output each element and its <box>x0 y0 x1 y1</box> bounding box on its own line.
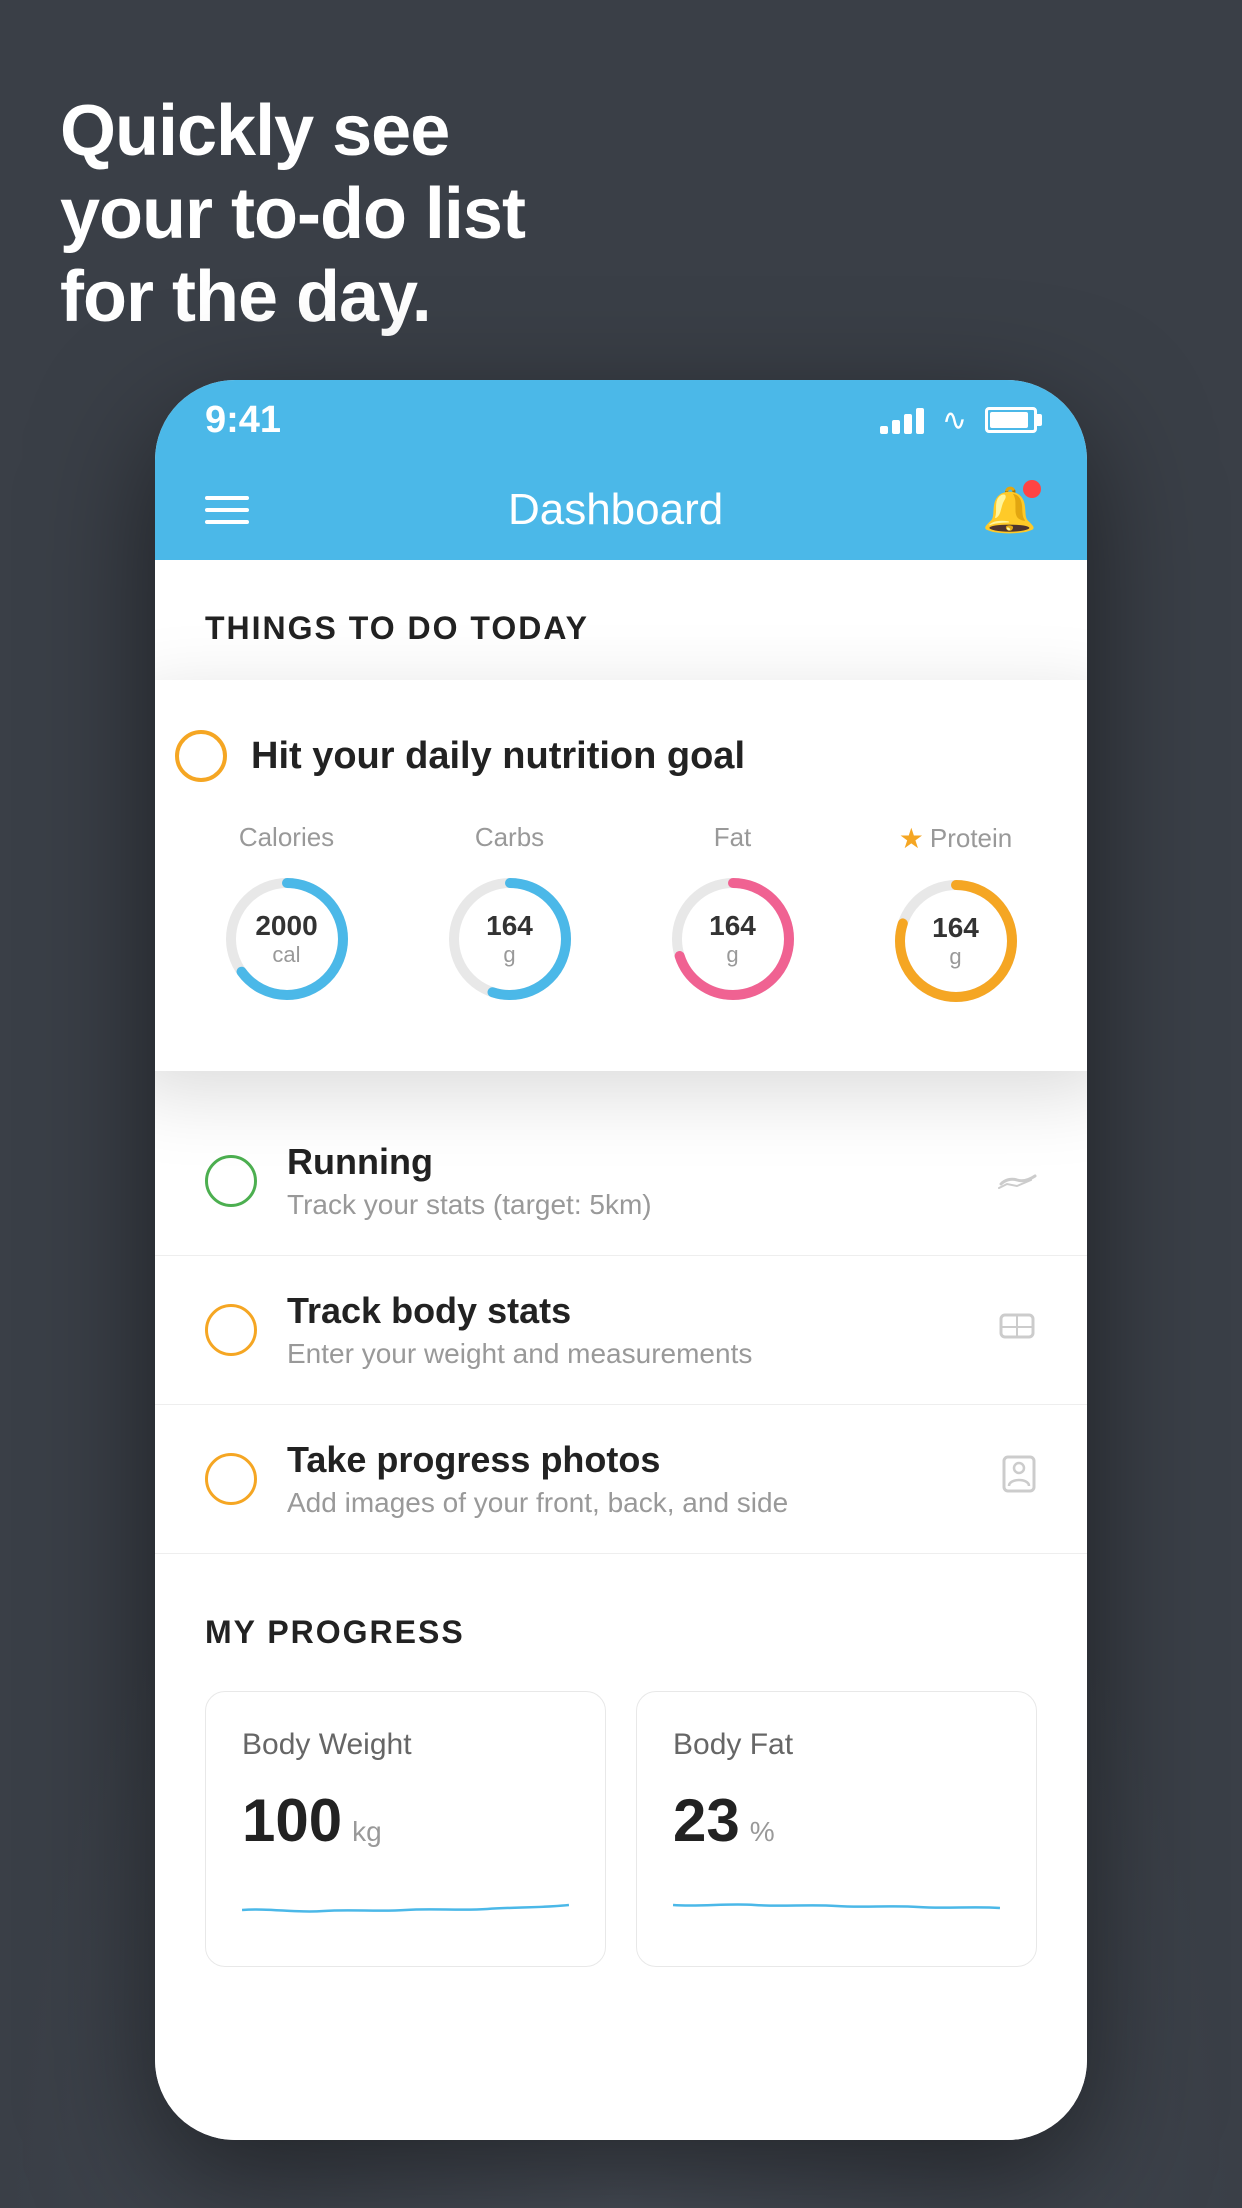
carbs-item: Carbs 164 g <box>440 822 580 1009</box>
star-icon: ★ <box>899 822 924 855</box>
body-fat-card[interactable]: Body Fat 23 % <box>636 1691 1037 1967</box>
fat-item: Fat 164 g <box>663 822 803 1009</box>
notifications-button[interactable]: 🔔 <box>982 484 1037 536</box>
fat-unit: g <box>709 942 756 968</box>
status-bar: 9:41 ∿ <box>155 380 1087 460</box>
carbs-chart: 164 g <box>440 869 580 1009</box>
photos-subtitle: Add images of your front, back, and side <box>287 1487 971 1519</box>
nutrition-circles: Calories 2000 cal <box>175 822 1067 1011</box>
status-time: 9:41 <box>205 399 281 442</box>
calories-chart: 2000 cal <box>217 869 357 1009</box>
running-subtitle: Track your stats (target: 5km) <box>287 1189 967 1221</box>
todo-item-running[interactable]: Running Track your stats (target: 5km) <box>155 1107 1087 1256</box>
photos-check[interactable] <box>205 1453 257 1505</box>
body-stats-check[interactable] <box>205 1304 257 1356</box>
header-title: Dashboard <box>508 485 723 535</box>
fat-chart: 164 g <box>663 869 803 1009</box>
protein-label: Protein <box>930 823 1012 854</box>
calories-item: Calories 2000 cal <box>217 822 357 1009</box>
todo-item-body-stats[interactable]: Track body stats Enter your weight and m… <box>155 1256 1087 1405</box>
todo-item-photos[interactable]: Take progress photos Add images of your … <box>155 1405 1087 1554</box>
body-weight-card[interactable]: Body Weight 100 kg <box>205 1691 606 1967</box>
protein-chart: 164 g <box>886 871 1026 1011</box>
calories-unit: cal <box>255 942 317 968</box>
body-stats-subtitle: Enter your weight and measurements <box>287 1338 967 1370</box>
status-icons: ∿ <box>880 403 1037 438</box>
carbs-label: Carbs <box>475 822 544 853</box>
body-fat-value: 23 <box>673 1786 740 1855</box>
running-icon <box>997 1159 1037 1204</box>
hero-text: Quickly see your to-do list for the day. <box>60 90 525 338</box>
phone-mockup: 9:41 ∿ Dashboard <box>155 380 1087 2140</box>
things-section-header: THINGS TO DO TODAY <box>155 560 1087 677</box>
person-icon <box>1001 1454 1037 1504</box>
fat-label: Fat <box>714 822 752 853</box>
progress-section: MY PROGRESS Body Weight 100 kg <box>155 1554 1087 2017</box>
calories-value: 2000 <box>255 910 317 942</box>
wifi-icon: ∿ <box>942 403 967 438</box>
notification-badge <box>1023 480 1041 498</box>
progress-cards: Body Weight 100 kg Body Fat 23 <box>205 1691 1037 1967</box>
menu-button[interactable] <box>205 496 249 524</box>
body-weight-card-title: Body Weight <box>242 1728 569 1762</box>
body-weight-value: 100 <box>242 1786 342 1855</box>
body-fat-card-title: Body Fat <box>673 1728 1000 1762</box>
photos-title: Take progress photos <box>287 1439 971 1481</box>
body-fat-sparkline <box>673 1875 1000 1925</box>
body-fat-unit: % <box>750 1816 775 1848</box>
nutrition-card-title: Hit your daily nutrition goal <box>251 735 745 778</box>
body-stats-title: Track body stats <box>287 1290 967 1332</box>
running-title: Running <box>287 1141 967 1183</box>
protein-item: ★ Protein 164 g <box>886 822 1026 1011</box>
nutrition-check-circle[interactable] <box>175 730 227 782</box>
battery-icon <box>985 407 1037 433</box>
fat-value: 164 <box>709 910 756 942</box>
app-header: Dashboard 🔔 <box>155 460 1087 560</box>
protein-value: 164 <box>932 912 979 944</box>
signal-icon <box>880 406 924 434</box>
running-check[interactable] <box>205 1155 257 1207</box>
content-area: THINGS TO DO TODAY Hit your daily nutrit… <box>155 560 1087 2140</box>
nutrition-card: Hit your daily nutrition goal Calories <box>155 680 1087 1071</box>
body-weight-sparkline <box>242 1875 569 1925</box>
carbs-value: 164 <box>486 910 533 942</box>
body-weight-unit: kg <box>352 1816 382 1848</box>
protein-unit: g <box>932 944 979 970</box>
progress-section-title: MY PROGRESS <box>205 1614 1037 1651</box>
carbs-unit: g <box>486 942 533 968</box>
scale-icon <box>997 1305 1037 1355</box>
calories-label: Calories <box>239 822 334 853</box>
todo-list: Running Track your stats (target: 5km) <box>155 1107 1087 1554</box>
